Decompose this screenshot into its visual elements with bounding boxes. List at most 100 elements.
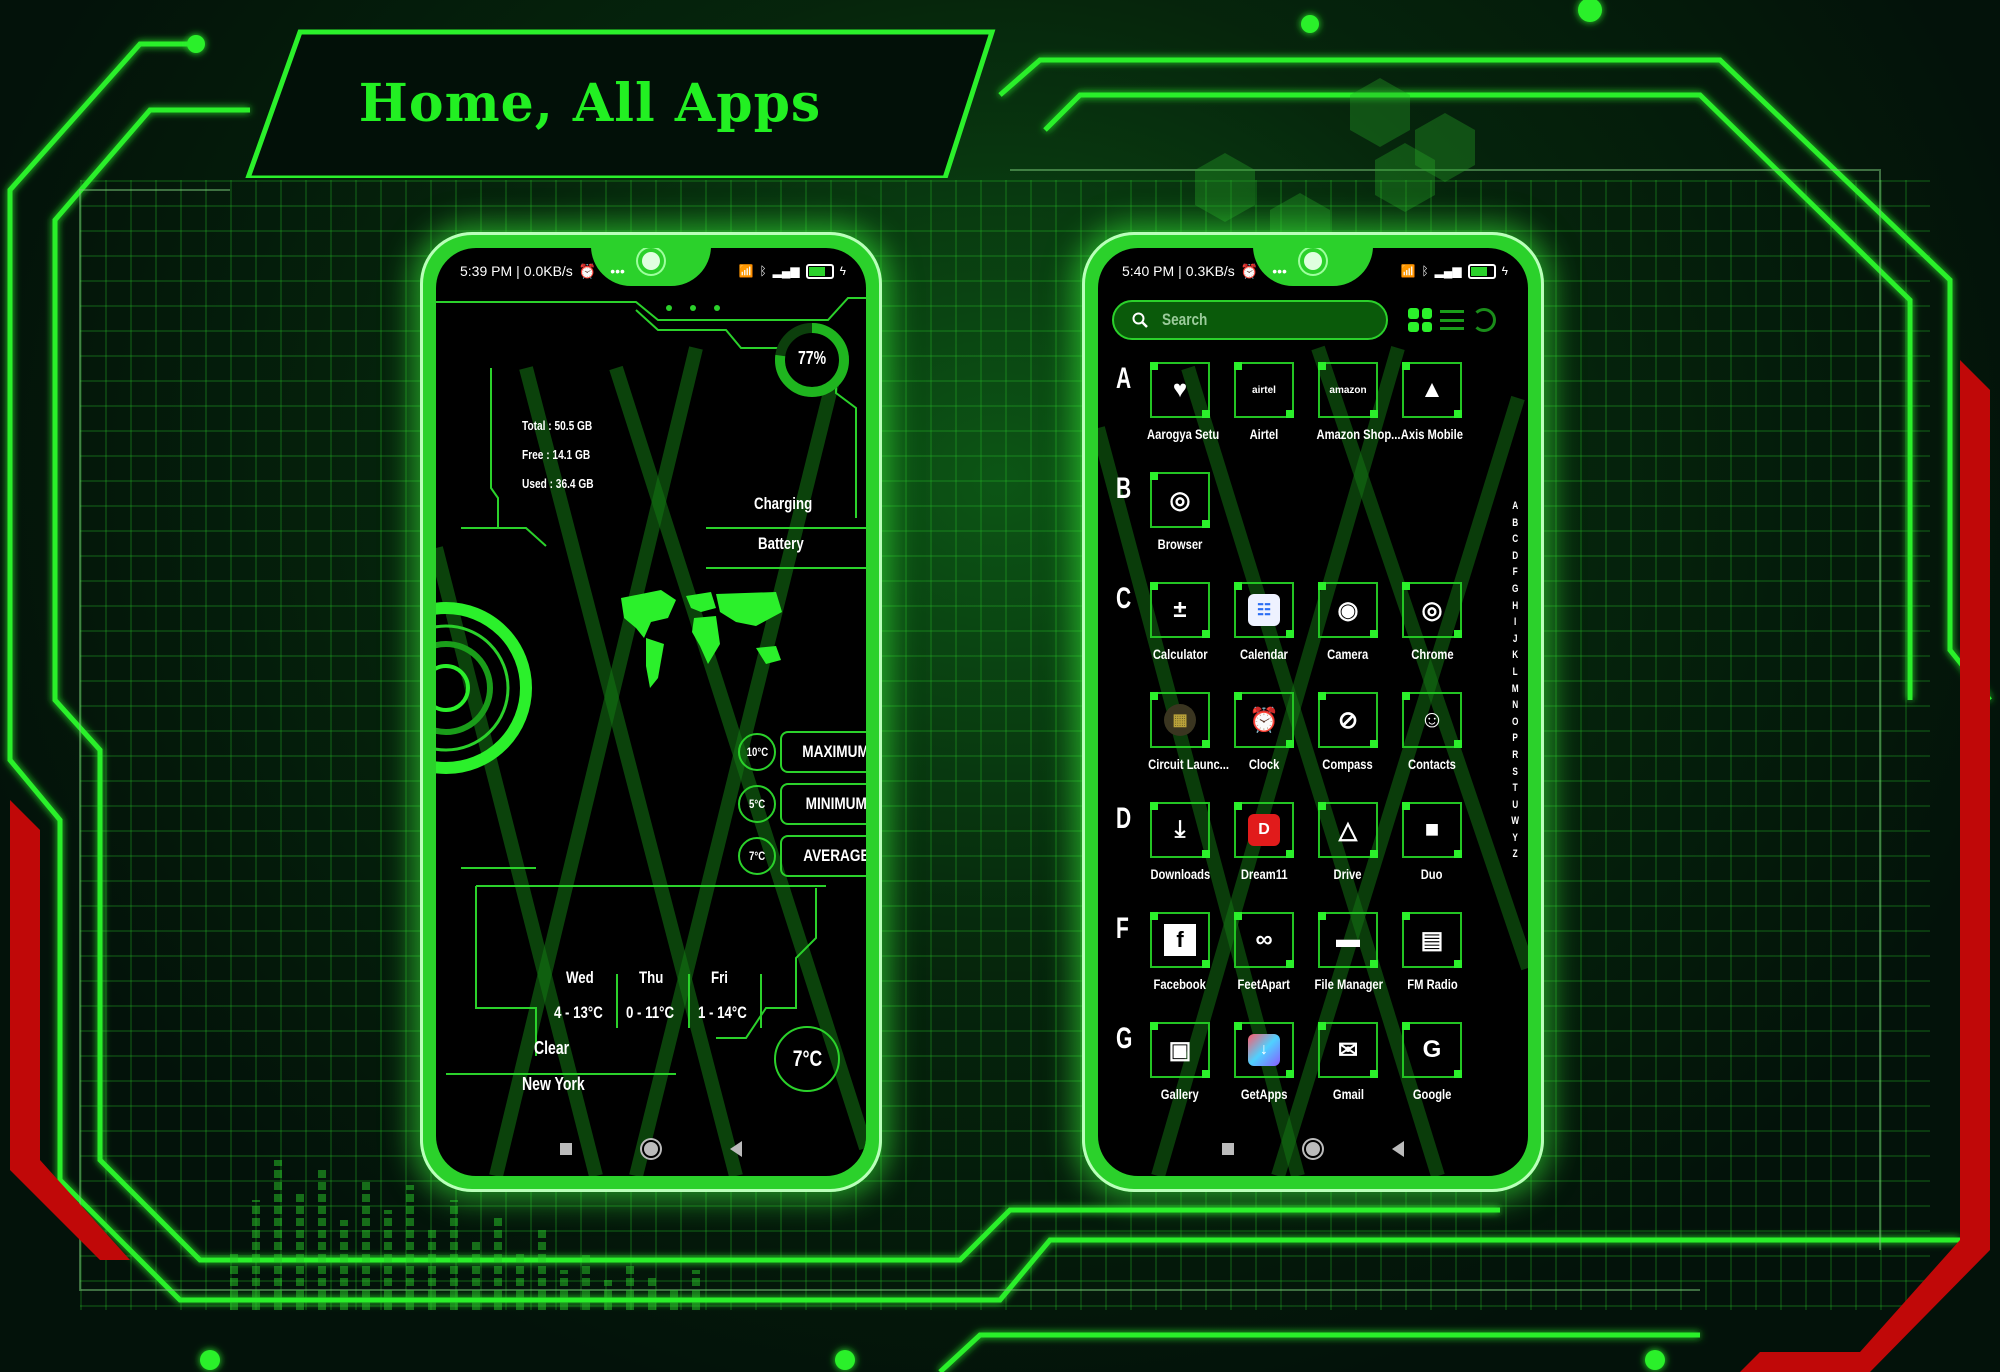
app-item[interactable]: ■ Duo — [1390, 802, 1474, 884]
app-icon-frame: ± — [1150, 582, 1210, 638]
app-label: FeetApart — [1237, 976, 1291, 992]
alphabet-index-letter[interactable]: T — [1511, 782, 1519, 794]
app-label: Duo — [1421, 866, 1443, 882]
alphabet-index-letter[interactable]: S — [1511, 766, 1519, 778]
globe-icon: ◎ — [1169, 486, 1191, 514]
app-icon-frame: ▲ — [1402, 362, 1462, 418]
app-label: FM Radio — [1406, 976, 1458, 992]
app-item[interactable]: D Dream11 — [1222, 802, 1306, 884]
app-label: Chrome — [1410, 646, 1454, 662]
alphabet-index-letter[interactable]: R — [1511, 749, 1519, 761]
app-icon-frame: ☺ — [1402, 692, 1462, 748]
alphabet-index-letter[interactable]: B — [1511, 517, 1519, 529]
alphabet-index-letter[interactable]: L — [1511, 666, 1519, 678]
heart-check-icon: ♥ — [1172, 376, 1188, 403]
getapps-icon: ↓ — [1248, 1034, 1280, 1066]
alphabet-index-letter[interactable]: I — [1511, 616, 1519, 628]
app-icon-frame: ◉ — [1318, 582, 1378, 638]
alphabet-index-letter[interactable]: Z — [1511, 848, 1519, 860]
alphabet-index-letter[interactable]: Y — [1511, 832, 1519, 844]
mail-envelope-icon: ✉ — [1337, 1036, 1359, 1064]
alphabet-index-letter[interactable]: F — [1511, 566, 1519, 578]
recents-button[interactable] — [560, 1143, 572, 1155]
app-item[interactable]: ⊘ Compass — [1306, 692, 1390, 774]
alphabet-index-scrollbar[interactable]: ABCDFGHIJKLMNOPRSTUWYZ — [1510, 500, 1520, 860]
drive-triangle-icon: △ — [1338, 816, 1358, 844]
alphabet-index-letter[interactable]: O — [1511, 716, 1519, 728]
app-item[interactable]: ∞ FeetApart — [1222, 912, 1306, 994]
battery-ring: 77% — [772, 320, 852, 400]
app-icon-frame: ⊘ — [1318, 692, 1378, 748]
alphabet-index-letter[interactable]: H — [1511, 600, 1519, 612]
alphabet-index-letter[interactable]: W — [1511, 815, 1519, 827]
app-icon-frame: airtel — [1234, 362, 1294, 418]
recents-button[interactable] — [1222, 1143, 1234, 1155]
app-item[interactable]: ▣ Gallery — [1138, 1022, 1222, 1104]
app-item[interactable]: ⏰ Clock — [1222, 692, 1306, 774]
charging-bolt-icon: ϟ — [1501, 264, 1508, 278]
alphabet-index-letter[interactable]: A — [1511, 500, 1519, 512]
current-temp-circle[interactable]: 7°C — [774, 1026, 840, 1092]
alphabet-index-letter[interactable]: K — [1511, 649, 1519, 661]
app-item[interactable]: f Facebook — [1138, 912, 1222, 994]
app-item[interactable]: ± Calculator — [1138, 582, 1222, 664]
home-screen-phone: 5:39 PM | 0.0KB/s ⏰ ••• 📶 ᛒ ▂▄▆ ϟ 77% To… — [420, 232, 882, 1192]
app-item[interactable]: G Google — [1390, 1022, 1474, 1104]
alphabet-index-letter[interactable]: M — [1511, 683, 1519, 695]
more-icon: ••• — [610, 263, 625, 279]
app-item[interactable]: ♥ Aarogya Setu — [1138, 362, 1222, 444]
alphabet-index-letter[interactable]: G — [1511, 583, 1519, 595]
app-item[interactable]: ✉ Gmail — [1306, 1022, 1390, 1104]
app-item[interactable]: ⤓ Downloads — [1138, 802, 1222, 884]
storage-used: Used : 36.4 GB — [522, 476, 594, 491]
app-item[interactable]: ▲ Axis Mobile — [1390, 362, 1474, 444]
forecast-day: Thu — [639, 968, 664, 987]
home-button[interactable] — [1306, 1142, 1320, 1156]
status-net-speed: 0.3KB/s — [1185, 263, 1235, 279]
app-item[interactable]: ◎ Browser — [1138, 472, 1222, 554]
contact-person-icon: ☺ — [1419, 706, 1445, 733]
app-icon-frame: D — [1234, 802, 1294, 858]
alphabet-index-letter[interactable]: J — [1511, 633, 1519, 645]
app-icon-frame: ♥ — [1150, 362, 1210, 418]
amazon-cart-icon: amazon — [1329, 384, 1367, 396]
app-item[interactable]: ◉ Camera — [1306, 582, 1390, 664]
app-icon-frame: ■ — [1402, 802, 1462, 858]
signal-icon: ▂▄▆ — [772, 264, 800, 278]
max-temp-circle: 10°C — [738, 733, 776, 771]
list-view-icon[interactable] — [1440, 310, 1464, 330]
alphabet-index-letter[interactable]: C — [1511, 533, 1519, 545]
max-temp-label: MAXIMUM — [780, 731, 866, 773]
app-icon-frame: ⤓ — [1150, 802, 1210, 858]
app-label: File Manager — [1314, 976, 1384, 992]
back-button[interactable] — [730, 1141, 742, 1157]
app-item[interactable]: ☺ Contacts — [1390, 692, 1474, 774]
app-label: Browser — [1157, 536, 1203, 552]
app-item[interactable]: ▤ FM Radio — [1390, 912, 1474, 994]
app-item[interactable]: ↓ GetApps — [1222, 1022, 1306, 1104]
calculator-icon: ± — [1173, 596, 1187, 623]
app-item[interactable]: ▦ Circuit Launc... — [1138, 692, 1229, 774]
nav-bar — [436, 1134, 866, 1164]
app-item[interactable]: airtel Airtel — [1222, 362, 1306, 444]
home-button[interactable] — [644, 1142, 658, 1156]
refresh-icon[interactable] — [1472, 308, 1496, 332]
forecast-day: Wed — [566, 968, 594, 987]
alphabet-index-letter[interactable]: U — [1511, 799, 1519, 811]
search-input[interactable]: Search — [1112, 300, 1388, 340]
chrome-icon: ◎ — [1421, 596, 1443, 624]
facebook-icon: f — [1164, 924, 1196, 956]
app-item[interactable]: ▬ File Manager — [1306, 912, 1390, 994]
radio-icon: ▤ — [1420, 926, 1444, 954]
grid-view-icon[interactable] — [1408, 308, 1432, 332]
app-label: Circuit Launc... — [1148, 756, 1230, 772]
alphabet-index-letter[interactable]: D — [1511, 550, 1519, 562]
alphabet-index-letter[interactable]: P — [1511, 732, 1519, 744]
app-item[interactable]: △ Drive — [1306, 802, 1390, 884]
app-item[interactable]: ☷ Calendar — [1222, 582, 1306, 664]
back-button[interactable] — [1392, 1141, 1404, 1157]
alphabet-index-letter[interactable]: N — [1511, 699, 1519, 711]
app-label: Dream11 — [1240, 866, 1288, 882]
app-item[interactable]: amazon Amazon Shop... — [1306, 362, 1401, 444]
app-item[interactable]: ◎ Chrome — [1390, 582, 1474, 664]
